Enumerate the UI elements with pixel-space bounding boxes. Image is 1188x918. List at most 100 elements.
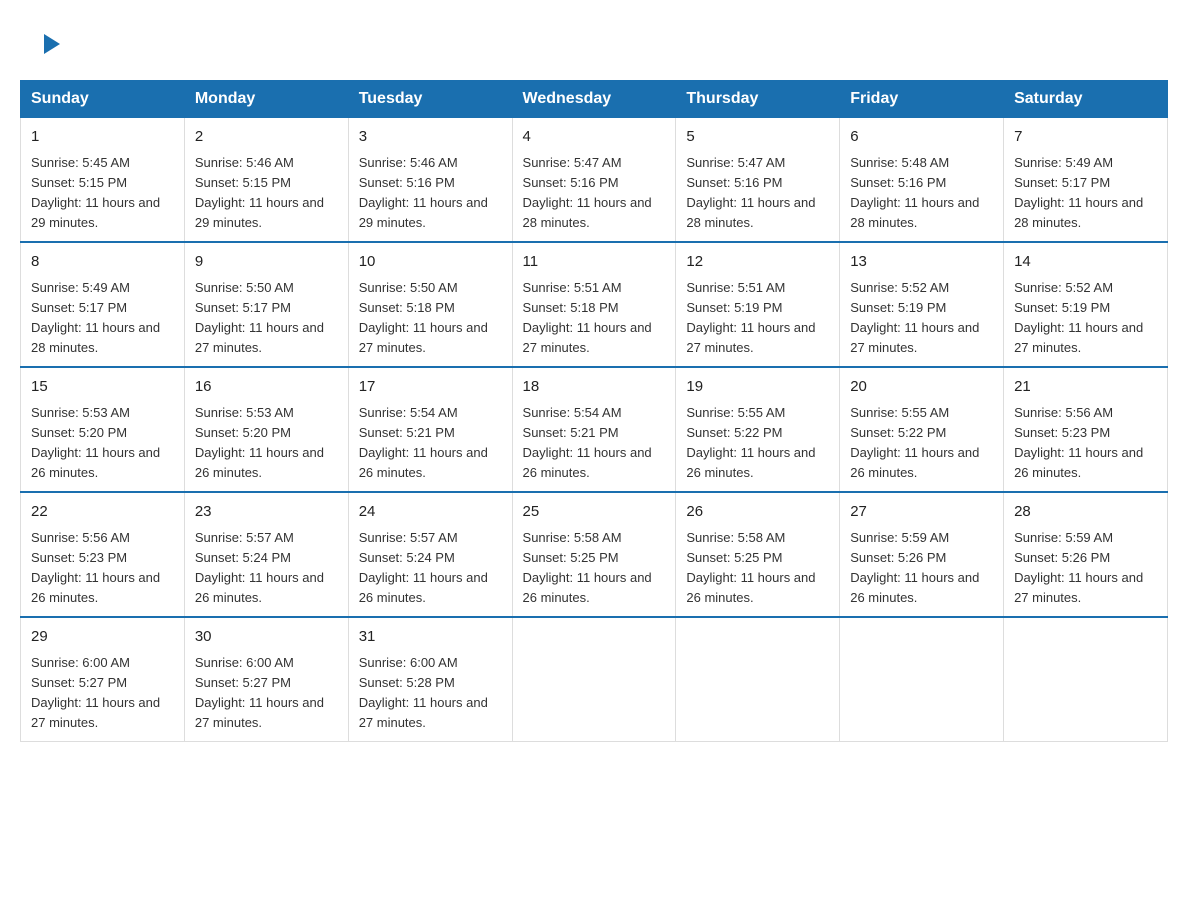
calendar-cell: 8 Sunrise: 5:49 AMSunset: 5:17 PMDaylight… [21,242,185,367]
calendar-cell: 10 Sunrise: 5:50 AMSunset: 5:18 PMDayligh… [348,242,512,367]
page-header [20,20,1168,60]
day-info: Sunrise: 5:58 AMSunset: 5:25 PMDaylight:… [686,528,829,609]
calendar-cell: 29Sunrise: 6:00 AMSunset: 5:27 PMDayligh… [21,617,185,742]
calendar-header: SundayMondayTuesdayWednesdayThursdayFrid… [21,81,1168,117]
day-number: 12 [686,251,829,274]
day-info: Sunrise: 5:49 AMSunset: 5:17 PMDaylight:… [1014,153,1157,234]
weekday-header-monday: Monday [184,81,348,117]
calendar-table: SundayMondayTuesdayWednesdayThursdayFrid… [20,80,1168,742]
calendar-cell: 26 Sunrise: 5:58 AMSunset: 5:25 PMDayligh… [676,492,840,617]
calendar-week-row: 15 Sunrise: 5:53 AMSunset: 5:20 PMDayligh… [21,367,1168,492]
calendar-cell: 11 Sunrise: 5:51 AMSunset: 5:18 PMDayligh… [512,242,676,367]
calendar-cell: 31 Sunrise: 6:00 AMSunset: 5:28 PMDayligh… [348,617,512,742]
day-info: Sunrise: 5:50 AMSunset: 5:18 PMDaylight:… [359,278,502,359]
calendar-cell: 7 Sunrise: 5:49 AMSunset: 5:17 PMDaylight… [1004,117,1168,242]
day-info: Sunrise: 5:52 AMSunset: 5:19 PMDaylight:… [1014,278,1157,359]
day-info: Sunrise: 5:57 AMSunset: 5:24 PMDaylight:… [195,528,338,609]
day-number: 27 [850,501,993,524]
day-number: 30 [195,626,338,649]
day-number: 29 [31,626,174,649]
day-number: 15 [31,376,174,399]
day-info: Sunrise: 5:59 AMSunset: 5:26 PMDaylight:… [1014,528,1157,609]
calendar-cell [1004,617,1168,742]
day-number: 31 [359,626,502,649]
calendar-cell: 24 Sunrise: 5:57 AMSunset: 5:24 PMDayligh… [348,492,512,617]
day-info: Sunrise: 5:53 AMSunset: 5:20 PMDaylight:… [31,403,174,484]
day-info: Sunrise: 5:46 AMSunset: 5:15 PMDaylight:… [195,153,338,234]
day-info: Sunrise: 5:54 AMSunset: 5:21 PMDaylight:… [523,403,666,484]
day-info: Sunrise: 6:00 AMSunset: 5:28 PMDaylight:… [359,653,502,734]
day-number: 21 [1014,376,1157,399]
day-number: 13 [850,251,993,274]
day-info: Sunrise: 5:56 AMSunset: 5:23 PMDaylight:… [31,528,174,609]
day-info: Sunrise: 5:51 AMSunset: 5:18 PMDaylight:… [523,278,666,359]
day-info: Sunrise: 5:46 AMSunset: 5:16 PMDaylight:… [359,153,502,234]
calendar-cell: 25 Sunrise: 5:58 AMSunset: 5:25 PMDayligh… [512,492,676,617]
day-number: 22 [31,501,174,524]
weekday-header-friday: Friday [840,81,1004,117]
day-number: 10 [359,251,502,274]
calendar-cell: 12 Sunrise: 5:51 AMSunset: 5:19 PMDayligh… [676,242,840,367]
calendar-cell: 30Sunrise: 6:00 AMSunset: 5:27 PMDayligh… [184,617,348,742]
calendar-week-row: 22 Sunrise: 5:56 AMSunset: 5:23 PMDayligh… [21,492,1168,617]
calendar-cell: 4 Sunrise: 5:47 AMSunset: 5:16 PMDaylight… [512,117,676,242]
calendar-cell: 18 Sunrise: 5:54 AMSunset: 5:21 PMDayligh… [512,367,676,492]
day-number: 23 [195,501,338,524]
day-info: Sunrise: 5:58 AMSunset: 5:25 PMDaylight:… [523,528,666,609]
day-number: 4 [523,126,666,149]
day-number: 5 [686,126,829,149]
calendar-cell: 23 Sunrise: 5:57 AMSunset: 5:24 PMDayligh… [184,492,348,617]
day-number: 16 [195,376,338,399]
day-info: Sunrise: 5:55 AMSunset: 5:22 PMDaylight:… [686,403,829,484]
logo [40,30,60,50]
day-info: Sunrise: 5:49 AMSunset: 5:17 PMDaylight:… [31,278,174,359]
weekday-header-thursday: Thursday [676,81,840,117]
day-number: 3 [359,126,502,149]
logo-arrow-icon [44,34,60,54]
calendar-cell: 21 Sunrise: 5:56 AMSunset: 5:23 PMDayligh… [1004,367,1168,492]
day-number: 1 [31,126,174,149]
day-number: 2 [195,126,338,149]
calendar-cell: 13Sunrise: 5:52 AMSunset: 5:19 PMDayligh… [840,242,1004,367]
calendar-cell [512,617,676,742]
calendar-cell: 6Sunrise: 5:48 AMSunset: 5:16 PMDaylight… [840,117,1004,242]
calendar-cell: 14Sunrise: 5:52 AMSunset: 5:19 PMDayligh… [1004,242,1168,367]
weekday-header-wednesday: Wednesday [512,81,676,117]
day-number: 11 [523,251,666,274]
calendar-cell: 16 Sunrise: 5:53 AMSunset: 5:20 PMDayligh… [184,367,348,492]
calendar-cell [840,617,1004,742]
calendar-body: 1Sunrise: 5:45 AMSunset: 5:15 PMDaylight… [21,117,1168,742]
weekday-header-tuesday: Tuesday [348,81,512,117]
calendar-cell: 19 Sunrise: 5:55 AMSunset: 5:22 PMDayligh… [676,367,840,492]
day-number: 9 [195,251,338,274]
day-number: 8 [31,251,174,274]
day-number: 24 [359,501,502,524]
day-info: Sunrise: 5:57 AMSunset: 5:24 PMDaylight:… [359,528,502,609]
day-number: 25 [523,501,666,524]
calendar-cell [676,617,840,742]
day-number: 19 [686,376,829,399]
calendar-cell: 27 Sunrise: 5:59 AMSunset: 5:26 PMDayligh… [840,492,1004,617]
day-number: 28 [1014,501,1157,524]
day-number: 7 [1014,126,1157,149]
calendar-cell: 2 Sunrise: 5:46 AMSunset: 5:15 PMDaylight… [184,117,348,242]
day-number: 17 [359,376,502,399]
day-info: Sunrise: 5:47 AMSunset: 5:16 PMDaylight:… [523,153,666,234]
weekday-header-row: SundayMondayTuesdayWednesdayThursdayFrid… [21,81,1168,117]
calendar-cell: 5Sunrise: 5:47 AMSunset: 5:16 PMDaylight… [676,117,840,242]
calendar-cell: 28 Sunrise: 5:59 AMSunset: 5:26 PMDayligh… [1004,492,1168,617]
day-number: 26 [686,501,829,524]
calendar-cell: 9Sunrise: 5:50 AMSunset: 5:17 PMDaylight… [184,242,348,367]
day-number: 20 [850,376,993,399]
calendar-cell: 22 Sunrise: 5:56 AMSunset: 5:23 PMDayligh… [21,492,185,617]
day-number: 6 [850,126,993,149]
calendar-week-row: 29Sunrise: 6:00 AMSunset: 5:27 PMDayligh… [21,617,1168,742]
day-info: Sunrise: 5:53 AMSunset: 5:20 PMDaylight:… [195,403,338,484]
calendar-cell: 3 Sunrise: 5:46 AMSunset: 5:16 PMDaylight… [348,117,512,242]
day-info: Sunrise: 5:51 AMSunset: 5:19 PMDaylight:… [686,278,829,359]
calendar-week-row: 1Sunrise: 5:45 AMSunset: 5:15 PMDaylight… [21,117,1168,242]
day-info: Sunrise: 5:56 AMSunset: 5:23 PMDaylight:… [1014,403,1157,484]
weekday-header-sunday: Sunday [21,81,185,117]
day-number: 18 [523,376,666,399]
day-info: Sunrise: 5:59 AMSunset: 5:26 PMDaylight:… [850,528,993,609]
